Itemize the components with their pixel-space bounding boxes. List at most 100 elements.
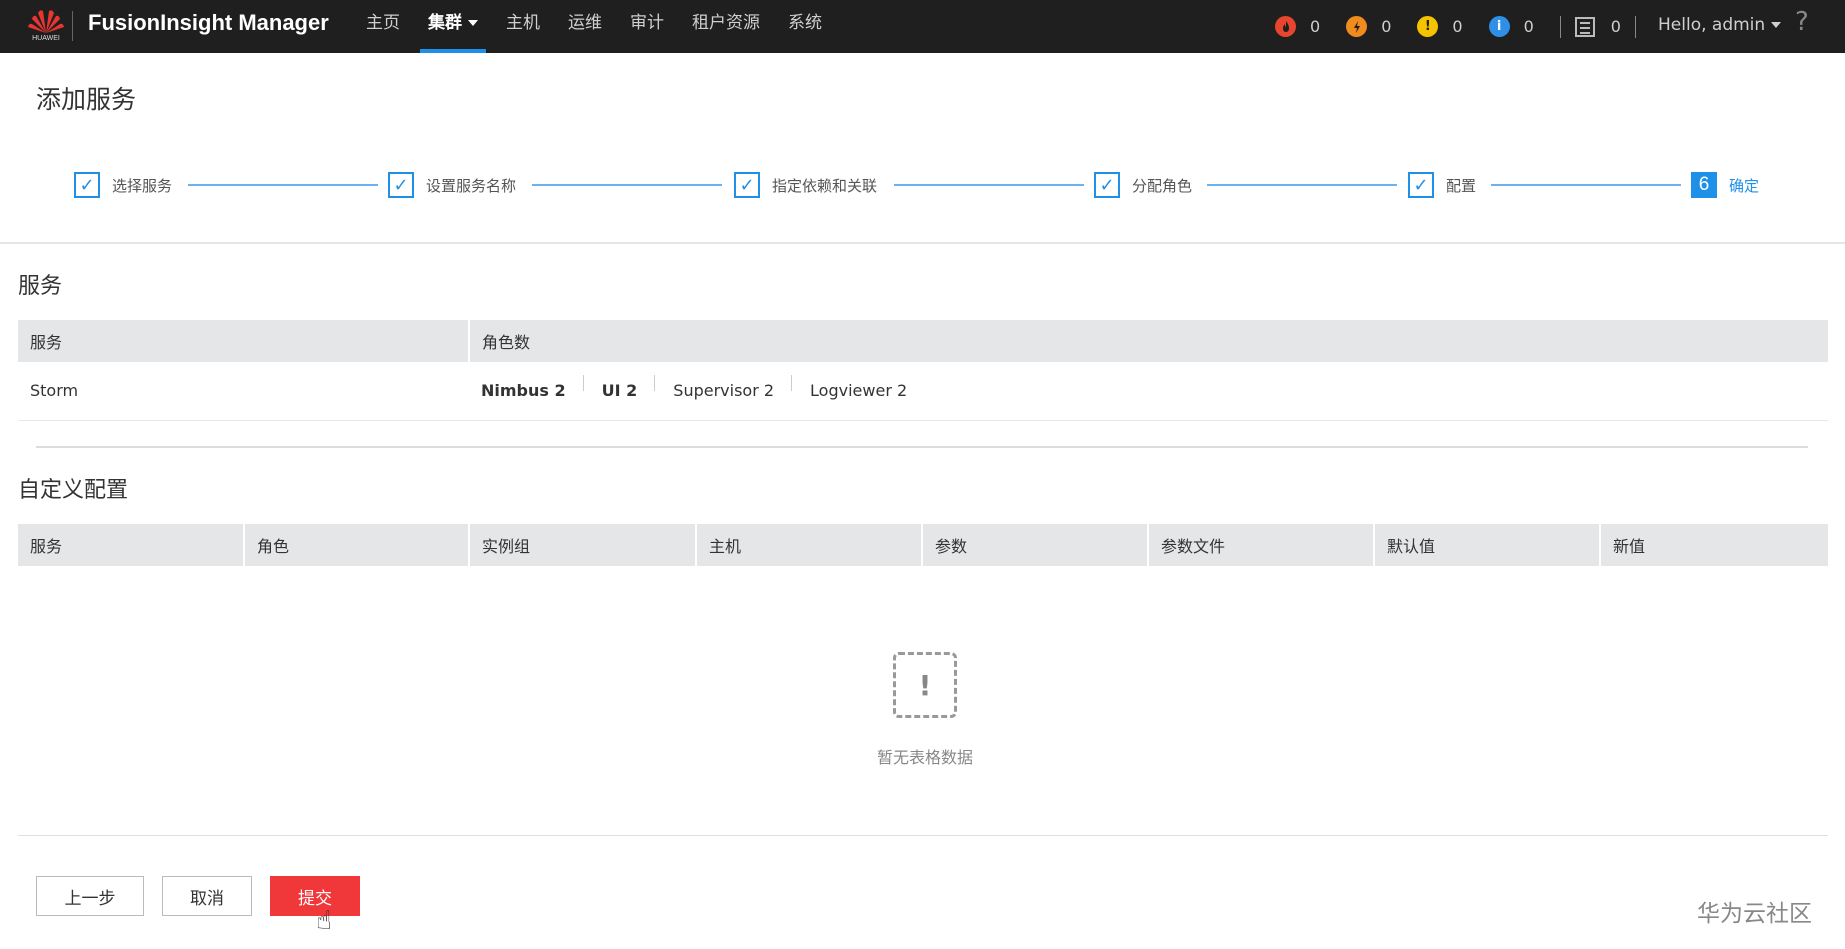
warning-alarm-icon: i bbox=[1488, 16, 1510, 37]
column-header: 角色 bbox=[244, 524, 470, 566]
column-header: 主机 bbox=[696, 524, 923, 566]
nav-item-hosts[interactable]: 主机 bbox=[492, 0, 554, 53]
nav-label: 系统 bbox=[788, 13, 822, 33]
critical-alarm-icon bbox=[1275, 16, 1296, 37]
nav-item-home[interactable]: 主页 bbox=[352, 0, 414, 53]
step-label: 选择服务 bbox=[112, 176, 173, 195]
wizard-steps: ✓ 选择服务 ✓ 设置服务名称 ✓ 指定依赖和关联 ✓ 分配角色 ✓ 配置 6 … bbox=[74, 170, 1774, 200]
nav-label: 主机 bbox=[506, 13, 540, 33]
main-nav: 主页 集群 主机 运维 审计 租户资源 系统 bbox=[352, 0, 836, 53]
step-label: 分配角色 bbox=[1132, 176, 1193, 195]
header-divider bbox=[0, 242, 1845, 244]
step-dependencies[interactable]: ✓ 指定依赖和关联 bbox=[734, 170, 877, 200]
logo-separator bbox=[72, 11, 73, 41]
step-connector bbox=[1491, 184, 1681, 186]
column-header: 参数 bbox=[922, 524, 1149, 566]
nav-label: 审计 bbox=[630, 13, 664, 33]
top-navigation-bar: HUAWEI FusionInsight Manager 主页 集群 主机 运维… bbox=[0, 0, 1845, 53]
minor-alarm-count: 0 bbox=[1452, 17, 1463, 36]
nav-label: 主页 bbox=[366, 13, 400, 33]
column-header: 角色数 bbox=[469, 320, 1828, 362]
step-confirm[interactable]: 6 确定 bbox=[1691, 170, 1759, 200]
column-header: 默认值 bbox=[1374, 524, 1601, 566]
column-header: 服务 bbox=[18, 320, 470, 362]
warning-alarm[interactable]: i 0 bbox=[1488, 16, 1534, 37]
step-label: 指定依赖和关联 bbox=[772, 176, 878, 195]
logo-wordmark: HUAWEI bbox=[32, 35, 60, 42]
hand-pointer-icon: ☝ bbox=[316, 906, 332, 936]
custom-config-section-title: 自定义配置 bbox=[18, 478, 129, 503]
app-title: FusionInsight Manager bbox=[88, 10, 329, 35]
step-connector bbox=[532, 184, 722, 186]
step-number: 6 bbox=[1691, 172, 1717, 198]
chevron-down-icon bbox=[1771, 22, 1782, 28]
minor-alarm-icon: ! bbox=[1417, 16, 1439, 37]
separator bbox=[1634, 15, 1636, 38]
previous-step-button[interactable]: 上一步 bbox=[36, 876, 144, 916]
step-label: 确定 bbox=[1729, 176, 1760, 195]
step-connector bbox=[894, 184, 1084, 186]
major-alarm-icon bbox=[1346, 16, 1368, 37]
minor-alarm[interactable]: ! 0 bbox=[1417, 16, 1463, 37]
column-header: 实例组 bbox=[469, 524, 697, 566]
help-icon[interactable]: ? bbox=[1795, 7, 1809, 37]
user-greeting: Hello, admin bbox=[1658, 15, 1766, 35]
nav-item-system[interactable]: 系统 bbox=[774, 0, 836, 53]
user-menu[interactable]: Hello, admin bbox=[1658, 0, 1782, 53]
nav-label: 集群 bbox=[428, 13, 462, 33]
step-assign-roles[interactable]: ✓ 分配角色 bbox=[1094, 170, 1192, 200]
roles-cell: Nimbus 2 UI 2 Supervisor 2 Logviewer 2 bbox=[469, 362, 1828, 421]
nav-label: 租户资源 bbox=[692, 13, 760, 33]
major-alarm-count: 0 bbox=[1381, 17, 1392, 36]
chevron-down-icon bbox=[468, 20, 478, 26]
step-label: 配置 bbox=[1446, 176, 1477, 195]
footer-divider bbox=[18, 835, 1828, 836]
step-connector bbox=[1207, 184, 1397, 186]
checkbox-checked-icon: ✓ bbox=[74, 172, 100, 198]
step-connector bbox=[188, 184, 378, 186]
cancel-button[interactable]: 取消 bbox=[162, 876, 252, 916]
task-count: 0 bbox=[1610, 17, 1621, 36]
huawei-flower-icon bbox=[28, 10, 64, 34]
services-table: 服务 角色数 Storm Nimbus 2 UI 2 Supervisor 2 … bbox=[18, 320, 1828, 421]
column-header: 服务 bbox=[18, 524, 245, 566]
table-row: Storm Nimbus 2 UI 2 Supervisor 2 Logview… bbox=[18, 362, 1828, 421]
submit-button[interactable]: 提交 bbox=[270, 876, 360, 916]
separator bbox=[1559, 15, 1561, 38]
role-count: UI 2 bbox=[602, 375, 656, 400]
services-section-title: 服务 bbox=[18, 274, 63, 299]
step-set-service-name[interactable]: ✓ 设置服务名称 bbox=[388, 170, 516, 200]
critical-alarm-count: 0 bbox=[1310, 17, 1321, 36]
warning-alarm-count: 0 bbox=[1523, 17, 1534, 36]
checkbox-checked-icon: ✓ bbox=[1094, 172, 1120, 198]
step-configure[interactable]: ✓ 配置 bbox=[1408, 170, 1476, 200]
section-divider bbox=[36, 446, 1808, 448]
checkbox-checked-icon: ✓ bbox=[1408, 172, 1434, 198]
role-count: Supervisor 2 bbox=[673, 375, 792, 400]
step-select-service[interactable]: ✓ 选择服务 bbox=[74, 170, 172, 200]
column-header: 新值 bbox=[1600, 524, 1828, 566]
empty-state: ! 暂无表格数据 bbox=[860, 652, 990, 768]
nav-label: 运维 bbox=[568, 13, 602, 33]
task-list-icon[interactable] bbox=[1574, 16, 1595, 37]
checkbox-checked-icon: ✓ bbox=[388, 172, 414, 198]
nav-item-audit[interactable]: 审计 bbox=[616, 0, 678, 53]
column-header: 参数文件 bbox=[1148, 524, 1375, 566]
nav-item-cluster[interactable]: 集群 bbox=[414, 0, 492, 53]
huawei-logo[interactable]: HUAWEI bbox=[24, 7, 68, 45]
checkbox-checked-icon: ✓ bbox=[734, 172, 760, 198]
nav-item-ops[interactable]: 运维 bbox=[554, 0, 616, 53]
page-title: 添加服务 bbox=[36, 85, 137, 114]
custom-config-table: 服务 角色 实例组 主机 参数 参数文件 默认值 新值 bbox=[18, 524, 1828, 566]
role-count: Logviewer 2 bbox=[810, 381, 908, 401]
major-alarm[interactable]: 0 bbox=[1346, 16, 1391, 37]
empty-state-text: 暂无表格数据 bbox=[876, 748, 973, 767]
role-count: Nimbus 2 bbox=[481, 375, 584, 400]
service-name-cell: Storm bbox=[18, 362, 469, 421]
step-label: 设置服务名称 bbox=[426, 176, 517, 195]
empty-data-icon: ! bbox=[893, 652, 957, 718]
critical-alarm[interactable]: 0 bbox=[1275, 16, 1320, 37]
alarm-summary: 0 0 ! 0 i 0 0 bbox=[1275, 0, 1650, 53]
watermark: 华为云社区 bbox=[1697, 901, 1812, 927]
nav-item-tenant[interactable]: 租户资源 bbox=[678, 0, 774, 53]
